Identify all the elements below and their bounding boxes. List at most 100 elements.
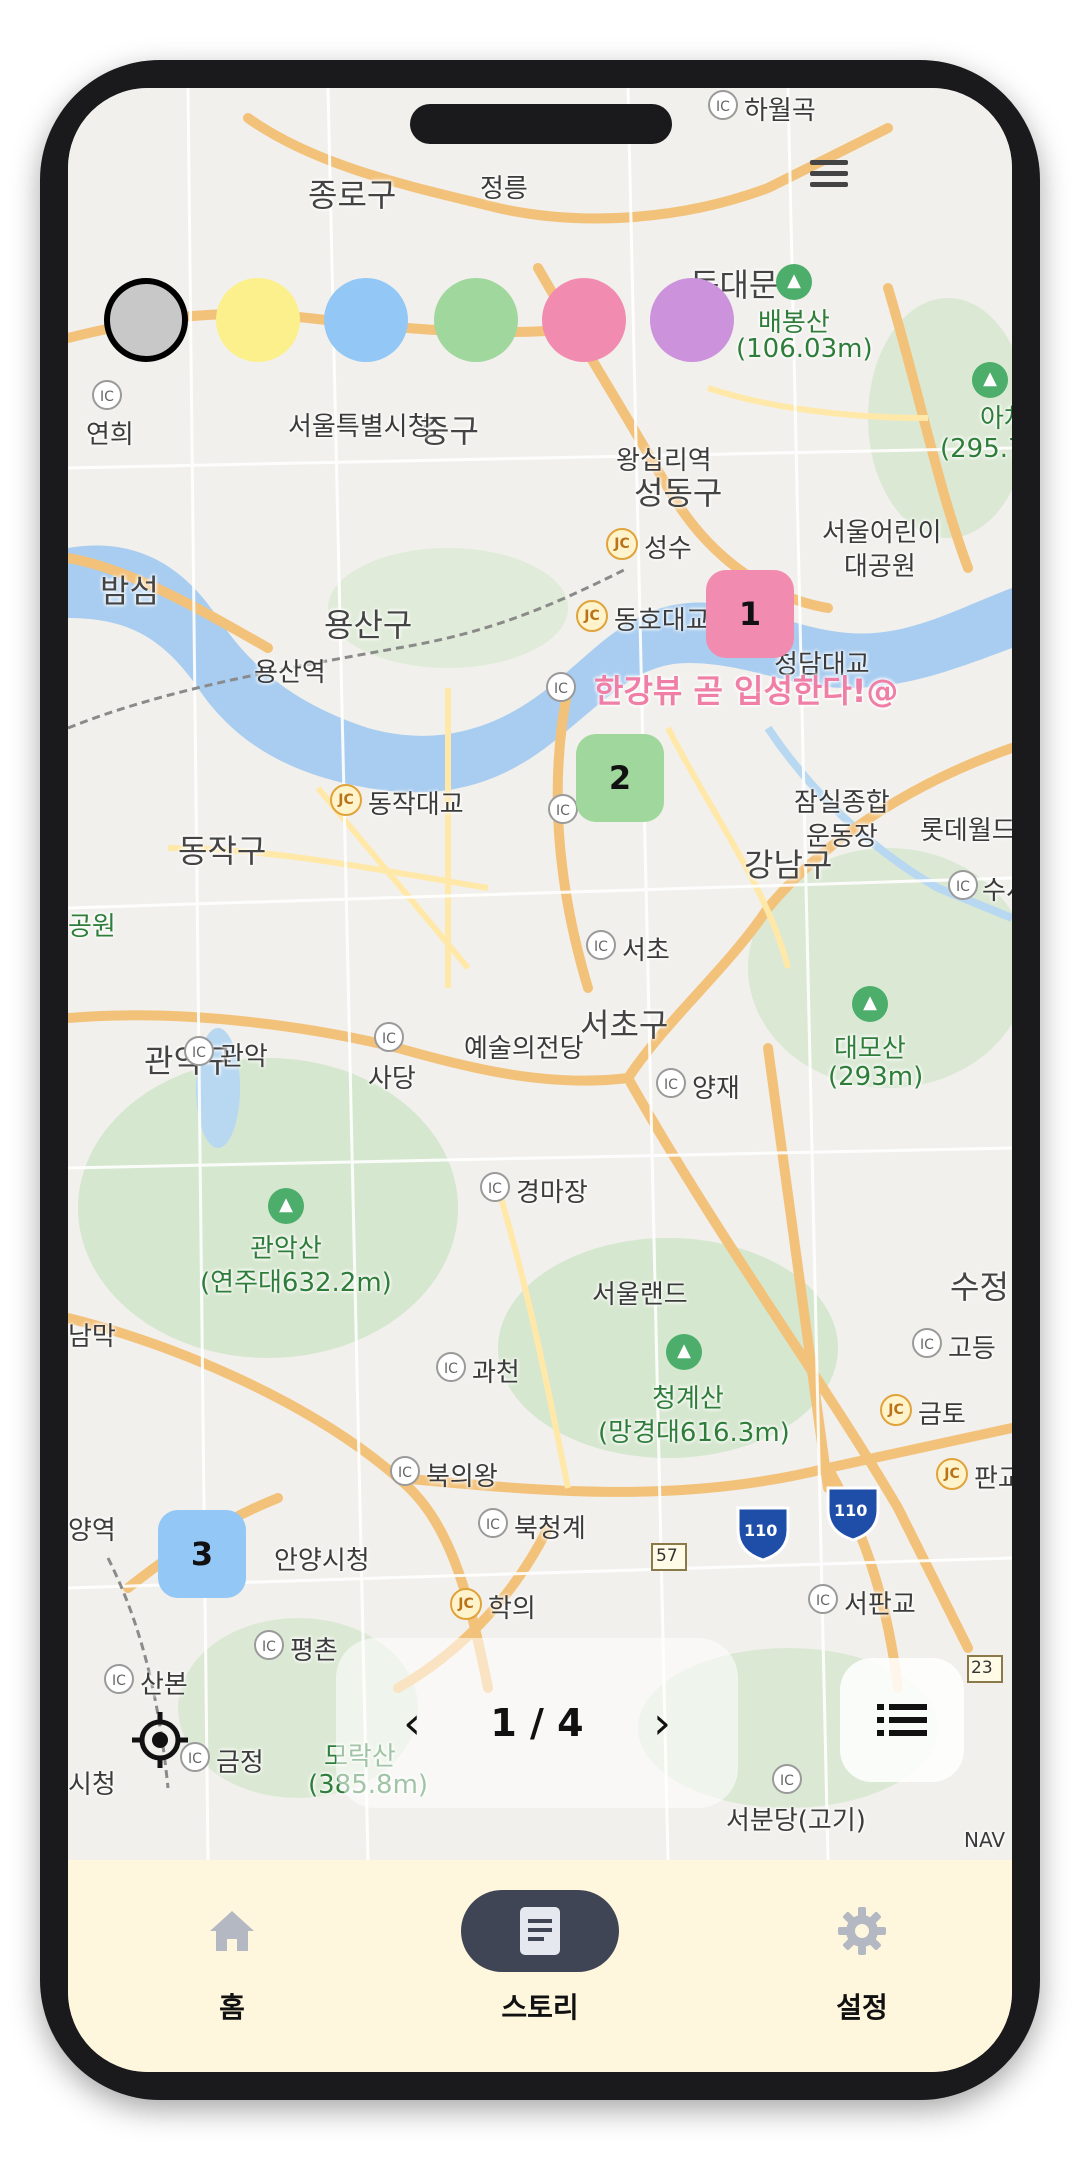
crosshair-icon [132,1712,188,1768]
color-filter-pink[interactable] [542,278,626,362]
place-label: (망경대616.3m) [598,1418,790,1448]
ic-icon: IC [772,1764,802,1794]
place-label: 고등 [948,1334,996,1364]
story-annotation: 한강뷰 곧 입성한다!@ [594,672,899,710]
highway-shield-23: 23 [971,1658,993,1678]
ic-icon: IC [656,1068,686,1098]
place-label: (106.03m) [736,334,873,364]
place-label: 시청 [68,1770,116,1800]
place-label: 예술의전당 [464,1034,584,1064]
ic-icon: IC [374,1022,404,1052]
camera-notch [410,104,672,144]
tab-home-label: 홈 [219,1991,245,2024]
story-marker-2[interactable]: 2 [576,734,664,822]
current-location-button[interactable] [128,1708,192,1772]
bottom-tab-bar: 홈 스토리 설정 [68,1860,1012,2072]
place-label: 대모산 [834,1034,906,1064]
jc-icon: JC [450,1588,482,1620]
place-label: 수정 [950,1268,1009,1306]
menu-icon[interactable] [804,148,854,198]
mountain-icon: ▲ [268,1188,304,1224]
place-label: 아차산 [980,404,1012,434]
place-label: 학의 [488,1594,536,1624]
place-label: 용산역 [254,658,326,688]
place-label: 공원 [68,912,116,942]
place-label: 북청계 [514,1514,586,1544]
ic-icon: IC [478,1508,508,1538]
tab-settings-label: 설정 [836,1991,888,2024]
highway-shield-110b: 110 [834,1501,868,1520]
ic-icon: IC [390,1456,420,1486]
tab-settings[interactable]: 설정 [762,1890,962,2040]
tab-home[interactable]: 홈 [132,1890,332,2040]
naver-logo: NAV [964,1828,1006,1852]
place-label: 성수 [644,534,692,564]
ic-icon: IC [92,380,122,410]
place-label: 판교 [974,1464,1012,1494]
color-filter-green[interactable] [434,278,518,362]
place-label: 산본 [140,1670,188,1700]
ic-icon: IC [254,1630,284,1660]
ic-icon: IC [104,1664,134,1694]
story-list-button[interactable] [840,1658,964,1782]
page-indicator: 1 / 4 [490,1701,584,1745]
place-label: 서초 [622,936,670,966]
place-label: 경마장 [516,1178,588,1208]
ic-icon: IC [948,870,978,900]
place-label: 북의왕 [426,1462,498,1492]
district-label: 종로구 [308,176,397,214]
place-label: 정릉 [480,174,528,204]
story-marker-3[interactable]: 3 [158,1510,246,1598]
place-label: 서울특별시청 [288,412,432,442]
mountain-icon: ▲ [776,264,812,300]
district-label: 용산구 [324,606,413,644]
place-label: 과천 [472,1358,520,1388]
highway-shield-110a: 110 [744,1521,778,1540]
place-label: 롯데월드 [920,816,1012,846]
jc-icon: JC [606,528,638,560]
ic-icon: IC [586,930,616,960]
jc-icon: JC [936,1458,968,1490]
place-label: (293m) [828,1062,924,1092]
place-label: 동작대교 [368,790,464,820]
list-icon [877,1704,927,1736]
place-label: 양재 [692,1074,740,1104]
place-label: 금토 [918,1400,966,1430]
ic-icon: IC [548,794,578,824]
color-filter-blue[interactable] [324,278,408,362]
color-filter-purple[interactable] [650,278,734,362]
place-label: 평촌 [290,1636,338,1666]
mountain-icon: ▲ [852,986,888,1022]
ic-icon: IC [708,90,738,120]
jc-icon: JC [576,600,608,632]
place-label: 왕십리역 [616,446,712,476]
place-label: 하월곡 [744,96,816,126]
color-filter-yellow[interactable] [216,278,300,362]
place-label: 잠실종합 [794,788,890,818]
place-label: 수서 [982,876,1012,906]
color-filter-gray[interactable] [104,278,188,362]
ic-icon: IC [436,1352,466,1382]
place-label: 관악 [220,1042,268,1072]
home-icon [210,1911,254,1951]
ic-icon: IC [808,1584,838,1614]
next-page-button[interactable]: › [627,1698,697,1749]
place-label: 밤섬 [100,572,159,610]
tab-story-label: 스토리 [501,1991,579,2024]
gear-icon [838,1907,886,1955]
prev-page-button[interactable]: ‹ [377,1698,447,1749]
ic-icon: IC [546,672,576,702]
place-label: 남막 [68,1322,116,1352]
place-label: 운동장 [806,822,878,852]
jc-icon: JC [330,784,362,816]
place-label: 서판교 [844,1590,916,1620]
ic-icon: IC [912,1328,942,1358]
place-label: 청계산 [652,1384,724,1414]
place-label: 서울어린이 [822,518,942,548]
tab-story[interactable]: 스토리 [440,1890,640,2040]
place-label: 관악산 [250,1234,322,1264]
story-marker-1[interactable]: 1 [706,570,794,658]
place-label: 동호대교 [614,606,710,636]
highway-shield-57: 57 [656,1546,678,1566]
mountain-icon: ▲ [972,362,1008,398]
